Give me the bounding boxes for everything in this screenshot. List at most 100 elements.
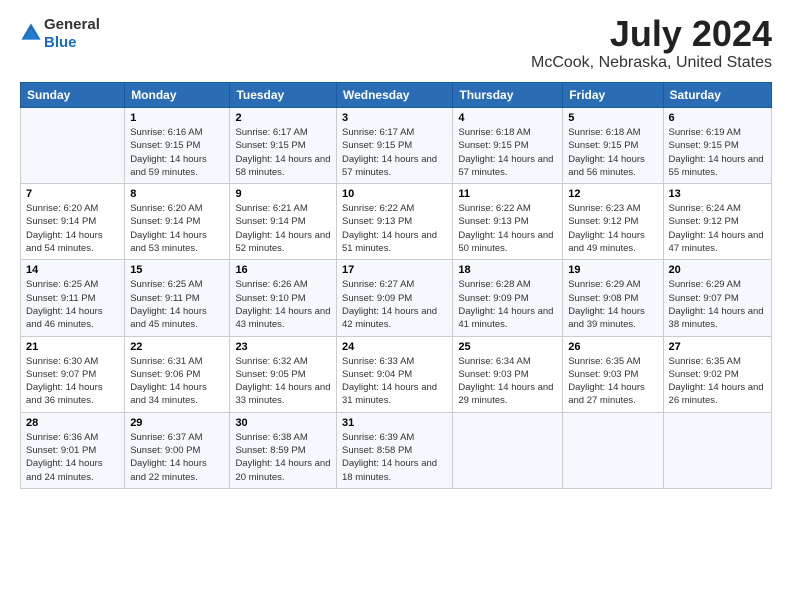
day-number: 30 (235, 417, 331, 429)
col-monday: Monday (125, 83, 230, 108)
logo-icon (20, 22, 42, 44)
calendar-cell (563, 412, 663, 488)
col-wednesday: Wednesday (336, 83, 452, 108)
day-info: Sunrise: 6:18 AMSunset: 9:15 PMDaylight:… (458, 126, 557, 179)
calendar-cell: 12 Sunrise: 6:23 AMSunset: 9:12 PMDaylig… (563, 184, 663, 260)
day-number: 8 (130, 188, 224, 200)
day-number: 3 (342, 112, 447, 124)
day-info: Sunrise: 6:29 AMSunset: 9:08 PMDaylight:… (568, 278, 657, 331)
calendar-cell: 23 Sunrise: 6:32 AMSunset: 9:05 PMDaylig… (230, 336, 337, 412)
day-info: Sunrise: 6:20 AMSunset: 9:14 PMDaylight:… (26, 202, 119, 255)
day-info: Sunrise: 6:17 AMSunset: 9:15 PMDaylight:… (235, 126, 331, 179)
calendar-cell: 29 Sunrise: 6:37 AMSunset: 9:00 PMDaylig… (125, 412, 230, 488)
day-info: Sunrise: 6:38 AMSunset: 8:59 PMDaylight:… (235, 431, 331, 484)
day-info: Sunrise: 6:24 AMSunset: 9:12 PMDaylight:… (669, 202, 766, 255)
calendar-cell: 19 Sunrise: 6:29 AMSunset: 9:08 PMDaylig… (563, 260, 663, 336)
col-sunday: Sunday (21, 83, 125, 108)
day-number: 22 (130, 341, 224, 353)
day-info: Sunrise: 6:20 AMSunset: 9:14 PMDaylight:… (130, 202, 224, 255)
day-number: 7 (26, 188, 119, 200)
calendar-cell: 30 Sunrise: 6:38 AMSunset: 8:59 PMDaylig… (230, 412, 337, 488)
day-info: Sunrise: 6:31 AMSunset: 9:06 PMDaylight:… (130, 355, 224, 408)
day-info: Sunrise: 6:36 AMSunset: 9:01 PMDaylight:… (26, 431, 119, 484)
calendar-week-1: 7 Sunrise: 6:20 AMSunset: 9:14 PMDayligh… (21, 184, 772, 260)
calendar-subtitle: McCook, Nebraska, United States (531, 54, 772, 72)
calendar-cell: 28 Sunrise: 6:36 AMSunset: 9:01 PMDaylig… (21, 412, 125, 488)
day-number: 31 (342, 417, 447, 429)
day-info: Sunrise: 6:18 AMSunset: 9:15 PMDaylight:… (568, 126, 657, 179)
logo-general: General (44, 16, 100, 33)
calendar-week-4: 28 Sunrise: 6:36 AMSunset: 9:01 PMDaylig… (21, 412, 772, 488)
calendar-cell: 27 Sunrise: 6:35 AMSunset: 9:02 PMDaylig… (663, 336, 771, 412)
day-number: 25 (458, 341, 557, 353)
day-info: Sunrise: 6:32 AMSunset: 9:05 PMDaylight:… (235, 355, 331, 408)
day-info: Sunrise: 6:16 AMSunset: 9:15 PMDaylight:… (130, 126, 224, 179)
day-info: Sunrise: 6:33 AMSunset: 9:04 PMDaylight:… (342, 355, 447, 408)
calendar-cell: 14 Sunrise: 6:25 AMSunset: 9:11 PMDaylig… (21, 260, 125, 336)
day-number: 10 (342, 188, 447, 200)
logo: General Blue (20, 16, 100, 52)
calendar-cell: 17 Sunrise: 6:27 AMSunset: 9:09 PMDaylig… (336, 260, 452, 336)
col-saturday: Saturday (663, 83, 771, 108)
day-info: Sunrise: 6:17 AMSunset: 9:15 PMDaylight:… (342, 126, 447, 179)
day-number: 6 (669, 112, 766, 124)
day-number: 9 (235, 188, 331, 200)
day-number: 16 (235, 264, 331, 276)
day-number: 28 (26, 417, 119, 429)
calendar-week-2: 14 Sunrise: 6:25 AMSunset: 9:11 PMDaylig… (21, 260, 772, 336)
calendar-cell: 31 Sunrise: 6:39 AMSunset: 8:58 PMDaylig… (336, 412, 452, 488)
calendar-cell: 24 Sunrise: 6:33 AMSunset: 9:04 PMDaylig… (336, 336, 452, 412)
day-number: 29 (130, 417, 224, 429)
calendar-cell: 6 Sunrise: 6:19 AMSunset: 9:15 PMDayligh… (663, 108, 771, 184)
calendar-cell: 16 Sunrise: 6:26 AMSunset: 9:10 PMDaylig… (230, 260, 337, 336)
day-info: Sunrise: 6:28 AMSunset: 9:09 PMDaylight:… (458, 278, 557, 331)
calendar-cell: 5 Sunrise: 6:18 AMSunset: 9:15 PMDayligh… (563, 108, 663, 184)
calendar-cell: 4 Sunrise: 6:18 AMSunset: 9:15 PMDayligh… (453, 108, 563, 184)
col-thursday: Thursday (453, 83, 563, 108)
day-number: 14 (26, 264, 119, 276)
header-row: Sunday Monday Tuesday Wednesday Thursday… (21, 83, 772, 108)
calendar-cell: 8 Sunrise: 6:20 AMSunset: 9:14 PMDayligh… (125, 184, 230, 260)
header: General Blue July 2024 McCook, Nebraska,… (20, 16, 772, 72)
day-info: Sunrise: 6:39 AMSunset: 8:58 PMDaylight:… (342, 431, 447, 484)
col-friday: Friday (563, 83, 663, 108)
title-block: July 2024 McCook, Nebraska, United State… (531, 16, 772, 72)
day-number: 24 (342, 341, 447, 353)
calendar-cell: 13 Sunrise: 6:24 AMSunset: 9:12 PMDaylig… (663, 184, 771, 260)
calendar-cell: 11 Sunrise: 6:22 AMSunset: 9:13 PMDaylig… (453, 184, 563, 260)
day-number: 21 (26, 341, 119, 353)
day-info: Sunrise: 6:37 AMSunset: 9:00 PMDaylight:… (130, 431, 224, 484)
calendar-cell: 10 Sunrise: 6:22 AMSunset: 9:13 PMDaylig… (336, 184, 452, 260)
calendar-cell (21, 108, 125, 184)
day-number: 2 (235, 112, 331, 124)
day-number: 17 (342, 264, 447, 276)
calendar-week-3: 21 Sunrise: 6:30 AMSunset: 9:07 PMDaylig… (21, 336, 772, 412)
day-info: Sunrise: 6:26 AMSunset: 9:10 PMDaylight:… (235, 278, 331, 331)
day-info: Sunrise: 6:25 AMSunset: 9:11 PMDaylight:… (26, 278, 119, 331)
day-number: 5 (568, 112, 657, 124)
day-number: 12 (568, 188, 657, 200)
day-number: 11 (458, 188, 557, 200)
calendar-cell: 25 Sunrise: 6:34 AMSunset: 9:03 PMDaylig… (453, 336, 563, 412)
day-info: Sunrise: 6:23 AMSunset: 9:12 PMDaylight:… (568, 202, 657, 255)
day-number: 23 (235, 341, 331, 353)
day-number: 20 (669, 264, 766, 276)
day-number: 19 (568, 264, 657, 276)
calendar-cell: 22 Sunrise: 6:31 AMSunset: 9:06 PMDaylig… (125, 336, 230, 412)
calendar-cell: 3 Sunrise: 6:17 AMSunset: 9:15 PMDayligh… (336, 108, 452, 184)
calendar-cell: 15 Sunrise: 6:25 AMSunset: 9:11 PMDaylig… (125, 260, 230, 336)
day-number: 18 (458, 264, 557, 276)
calendar-cell: 21 Sunrise: 6:30 AMSunset: 9:07 PMDaylig… (21, 336, 125, 412)
day-number: 26 (568, 341, 657, 353)
day-number: 4 (458, 112, 557, 124)
day-info: Sunrise: 6:29 AMSunset: 9:07 PMDaylight:… (669, 278, 766, 331)
calendar-cell: 2 Sunrise: 6:17 AMSunset: 9:15 PMDayligh… (230, 108, 337, 184)
day-info: Sunrise: 6:22 AMSunset: 9:13 PMDaylight:… (458, 202, 557, 255)
day-info: Sunrise: 6:30 AMSunset: 9:07 PMDaylight:… (26, 355, 119, 408)
calendar-cell: 1 Sunrise: 6:16 AMSunset: 9:15 PMDayligh… (125, 108, 230, 184)
col-tuesday: Tuesday (230, 83, 337, 108)
page: General Blue July 2024 McCook, Nebraska,… (0, 0, 792, 612)
day-info: Sunrise: 6:35 AMSunset: 9:02 PMDaylight:… (669, 355, 766, 408)
day-number: 1 (130, 112, 224, 124)
logo-text: General Blue (44, 16, 100, 52)
